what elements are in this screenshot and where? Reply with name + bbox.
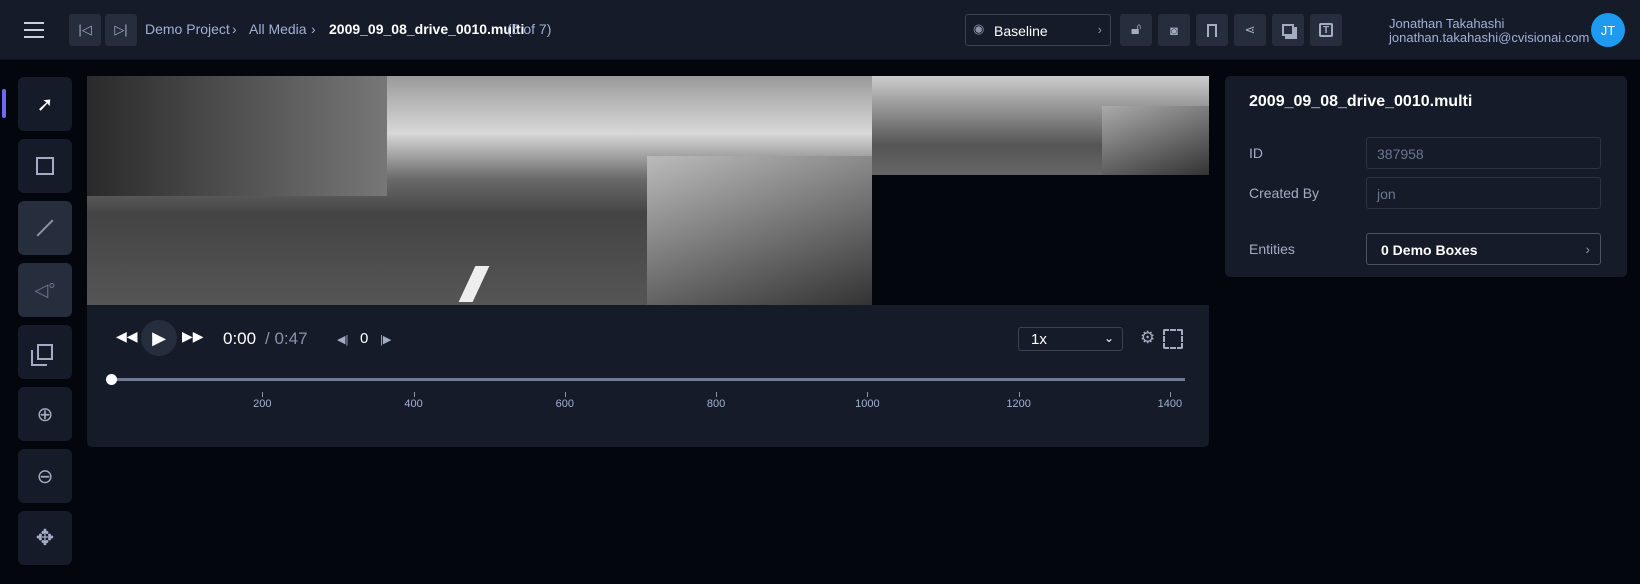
breadcrumb-separator: ›	[232, 21, 237, 37]
timeline-tick-label: 1400	[1157, 398, 1183, 410]
lock-icon[interactable]: 🔓︎	[1120, 14, 1152, 46]
video-frame-main[interactable]	[87, 76, 872, 305]
line-icon	[36, 219, 54, 237]
top-header: |◁ ▷| Demo Project › All Media › 2009_09…	[0, 0, 1640, 60]
breadcrumb-project[interactable]: Demo Project	[145, 21, 230, 37]
playback-speed-select[interactable]: 1x ⌄	[1018, 327, 1123, 351]
play-icon: ▶	[152, 327, 166, 348]
rewind-icon[interactable]: ◀◀	[116, 328, 138, 345]
breadcrumb-file: 2009_09_08_drive_0010.multi	[329, 21, 525, 37]
play-button[interactable]: ▶	[141, 320, 177, 356]
bookmark-icon[interactable]	[1196, 14, 1228, 46]
pan-tool[interactable]: ✥	[18, 511, 72, 565]
timeline-tick-label: 1000	[855, 398, 880, 410]
zoom-out-tool[interactable]: ⊖	[18, 449, 72, 503]
timeline-tick	[262, 392, 264, 397]
avatar[interactable]: JT	[1591, 13, 1625, 47]
created-by-label: Created By	[1249, 185, 1320, 201]
timeline-tick	[1018, 392, 1020, 397]
breadcrumb-media[interactable]: All Media	[249, 21, 307, 37]
total-time: / 0:47	[265, 329, 308, 348]
current-time: 0:00	[223, 329, 257, 348]
camera-icon[interactable]: ◙	[1158, 14, 1190, 46]
previous-frame-button[interactable]: ◀|	[337, 333, 348, 346]
line-tool[interactable]	[18, 201, 72, 255]
timeline-tick	[716, 392, 718, 397]
video-empty-area	[872, 175, 1209, 305]
entities-value: 0 Demo Boxes	[1381, 242, 1478, 258]
text-icon[interactable]: T	[1310, 14, 1342, 46]
previous-media-button[interactable]: |◁	[69, 14, 101, 46]
box-tool[interactable]	[18, 139, 72, 193]
timeline-tick	[867, 392, 869, 397]
polygon-icon: ◁°	[34, 279, 56, 300]
timeline-tick-label: 1200	[1006, 398, 1031, 410]
select-tool[interactable]: ➚	[18, 77, 72, 131]
pointer-icon: ➚	[36, 93, 54, 116]
chevron-down-icon: ⌄	[1103, 331, 1114, 345]
version-selector[interactable]: ◉ Baseline ›	[965, 14, 1111, 46]
timeline-tick	[413, 392, 415, 397]
id-field[interactable]: 387958	[1366, 137, 1601, 169]
chevron-right-icon: ›	[1097, 22, 1102, 37]
layers-icon[interactable]	[1272, 14, 1304, 46]
media-position: (5 of 7)	[507, 21, 552, 37]
timeline-tick-label: 600	[555, 398, 574, 410]
version-label: Baseline	[994, 23, 1048, 39]
timeline-tick-label: 400	[404, 398, 423, 410]
zoom-in-icon: ⊕	[36, 403, 54, 426]
timeline-tick-label: 800	[706, 398, 726, 410]
zoom-in-tool[interactable]: ⊕	[18, 387, 72, 441]
user-name: Jonathan Takahashi	[1389, 16, 1505, 31]
chevron-right-icon: ›	[1585, 241, 1590, 257]
zoom-out-icon: ⊖	[36, 465, 54, 488]
multi-view-tool[interactable]	[18, 325, 72, 379]
share-icon[interactable]: ⋖	[1234, 14, 1266, 46]
video-frame-secondary[interactable]	[872, 76, 1209, 175]
created-by-field[interactable]: jon	[1366, 177, 1601, 209]
fullscreen-icon[interactable]	[1163, 329, 1183, 349]
entities-label: Entities	[1249, 241, 1295, 257]
next-media-button[interactable]: ▷|	[105, 14, 137, 46]
timeline-handle[interactable]	[106, 374, 117, 385]
id-label: ID	[1249, 145, 1263, 161]
timeline-tick-label: 200	[253, 398, 272, 410]
box-icon	[36, 157, 54, 175]
next-frame-button[interactable]: |▶	[380, 333, 391, 346]
timeline-tick	[1169, 392, 1171, 397]
timeline-track[interactable]	[111, 378, 1185, 381]
speed-value: 1x	[1031, 331, 1047, 348]
stack-icon	[37, 344, 53, 360]
menu-icon[interactable]	[24, 22, 44, 38]
fast-forward-icon[interactable]: ▶▶	[182, 328, 204, 345]
user-email: jonathan.takahashi@cvisionai.com	[1389, 30, 1590, 45]
move-icon: ✥	[35, 525, 55, 550]
entities-button[interactable]: 0 Demo Boxes ›	[1366, 233, 1601, 265]
timeline-tick	[564, 392, 566, 397]
poly-tool[interactable]: ◁°	[18, 263, 72, 317]
breadcrumb-separator: ›	[311, 21, 316, 37]
frame-number[interactable]: 0	[360, 330, 368, 347]
details-title: 2009_09_08_drive_0010.multi	[1249, 93, 1473, 110]
active-tool-indicator	[2, 89, 6, 118]
settings-icon[interactable]: ⚙	[1140, 328, 1155, 348]
eye-icon: ◉	[973, 21, 985, 36]
